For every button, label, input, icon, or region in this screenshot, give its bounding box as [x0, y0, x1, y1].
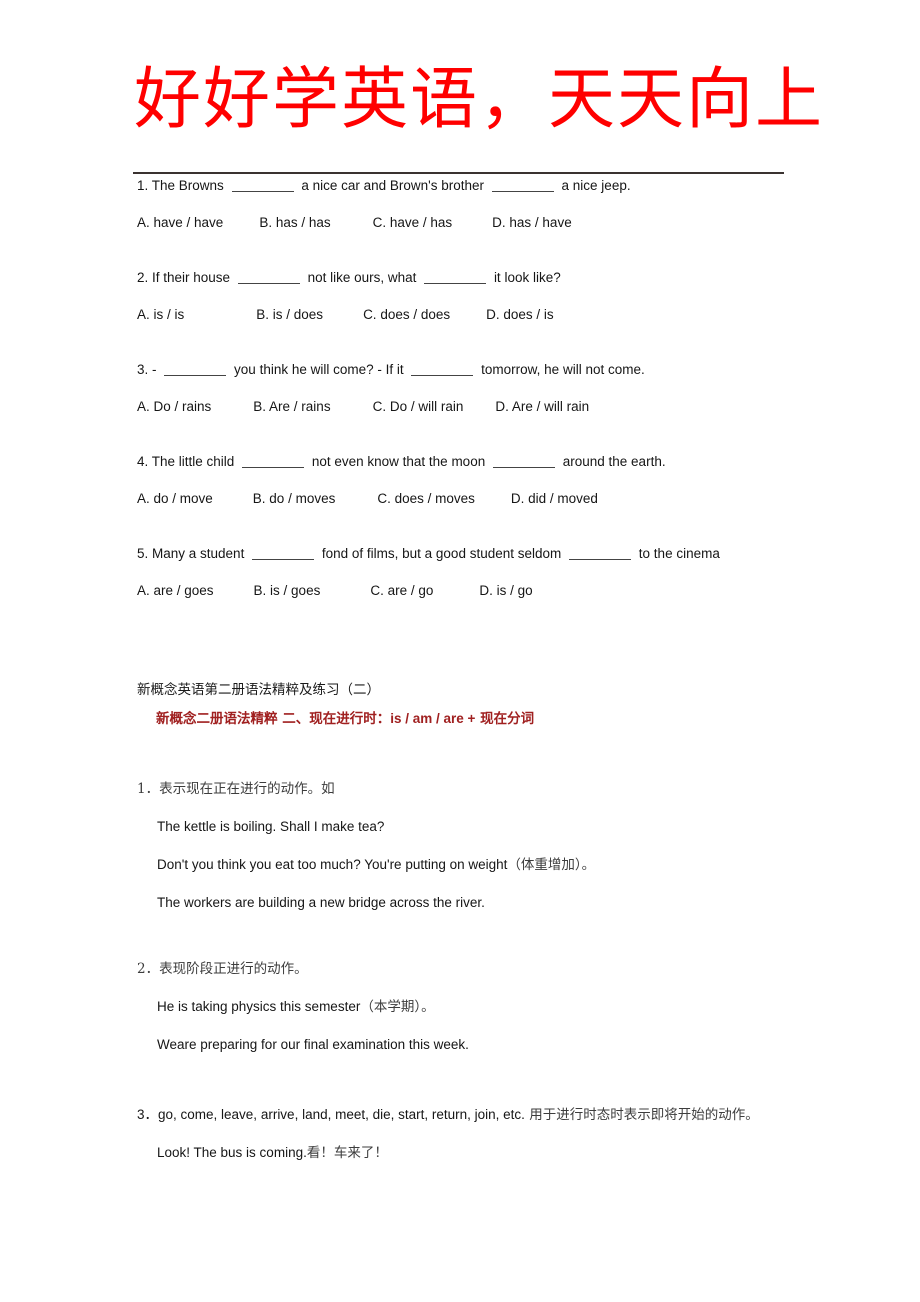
answer-blank	[411, 364, 474, 376]
option-a[interactable]: A. do / move	[137, 489, 213, 508]
stem-part: 4. The little child	[137, 454, 235, 469]
question-stem: 1. The Browns a nice car and Brown's bro…	[137, 176, 837, 195]
stem-part: around the earth.	[562, 454, 666, 469]
stem-part: to the cinema	[638, 546, 720, 561]
note-explanation-cn: 用于进行时态时表示即将开始的动作。	[524, 1107, 759, 1123]
option-a[interactable]: A. Do / rains	[137, 397, 211, 416]
stem-part: a nice car and Brown's brother	[301, 178, 484, 193]
option-b[interactable]: B. do / moves	[253, 489, 336, 508]
section-heading-prefix: 新概念二册语法精粹 二、现在进行时：	[156, 711, 391, 727]
stem-part: not like ours, what	[307, 270, 417, 285]
quiz-section: 1. The Browns a nice car and Brown's bro…	[137, 176, 837, 636]
answer-blank	[164, 364, 227, 376]
page-title: 好好学英语，天天向上	[134, 60, 824, 138]
example-en: Don't you think you eat too much? You're…	[157, 857, 508, 872]
stem-part: it look like?	[493, 270, 561, 285]
option-a[interactable]: A. are / goes	[137, 581, 214, 600]
option-d[interactable]: D. Are / will rain	[495, 397, 589, 416]
option-d[interactable]: D. is / go	[479, 581, 532, 600]
section-heading-formula: is / am / are +	[390, 711, 476, 726]
answer-blank	[569, 548, 632, 560]
option-c[interactable]: C. Do / will rain	[373, 397, 464, 416]
note-verb-list: 3．go, come, leave, arrive, land, meet, d…	[137, 1107, 525, 1122]
quiz-question: 5. Many a student fond of films, but a g…	[137, 544, 837, 600]
stem-part: 2. If their house	[137, 270, 231, 285]
quiz-question: 3. - you think he will come? - If it tom…	[137, 360, 837, 416]
option-c[interactable]: C. are / go	[370, 581, 433, 600]
option-b[interactable]: B. has / has	[259, 213, 330, 232]
answer-blank	[424, 272, 487, 284]
question-options: A. do / move B. do / moves C. does / moves…	[137, 489, 837, 508]
note-number-text: 2．表现阶段正进行的动作。	[137, 961, 308, 977]
option-c[interactable]: C. have / has	[373, 213, 453, 232]
answer-blank	[242, 456, 305, 468]
question-options: A. is / is B. is / does C. does / does D. d…	[137, 305, 837, 324]
stem-part: fond of films, but a good student seldom	[321, 546, 562, 561]
option-d[interactable]: D. has / have	[492, 213, 572, 232]
example-cn: （本学期）。	[360, 999, 435, 1015]
option-d[interactable]: D. did / moved	[511, 489, 598, 508]
stem-part: a nice jeep.	[561, 178, 631, 193]
option-c[interactable]: C. does / moves	[377, 489, 475, 508]
section-subtitle: 新概念英语第二册语法精粹及练习（二）	[137, 682, 380, 698]
option-b[interactable]: B. Are / rains	[253, 397, 330, 416]
answer-blank	[491, 180, 554, 192]
option-b[interactable]: B. is / does	[256, 305, 323, 324]
quiz-question: 1. The Browns a nice car and Brown's bro…	[137, 176, 837, 232]
note-group: 1．表示现在正在进行的动作。如 The kettle is boiling. S…	[137, 780, 595, 913]
option-c[interactable]: C. does / does	[363, 305, 450, 324]
example-sentence: Look! The bus is coming.看！车来了！	[157, 1143, 759, 1163]
question-stem: 4. The little child not even know that t…	[137, 452, 837, 471]
document-page: 好好学英语，天天向上 1. The Browns a nice car and …	[0, 0, 920, 1302]
question-stem: 5. Many a student fond of films, but a g…	[137, 544, 837, 563]
option-a[interactable]: A. is / is	[137, 305, 184, 324]
example-en: He is taking physics this semester	[157, 999, 361, 1014]
question-options: A. Do / rains B. Are / rains C. Do / will …	[137, 397, 837, 416]
note-group: 2．表现阶段正进行的动作。 He is taking physics this …	[137, 960, 469, 1055]
option-a[interactable]: A. have / have	[137, 213, 223, 232]
stem-part: you think he will come? - If it	[234, 362, 404, 377]
stem-part: tomorrow, he will not come.	[481, 362, 645, 377]
question-options: A. are / goes B. is / goes C. are / go D. i…	[137, 581, 837, 600]
quiz-question: 4. The little child not even know that t…	[137, 452, 837, 508]
question-stem: 2. If their house not like ours, what it…	[137, 268, 837, 287]
option-b[interactable]: B. is / goes	[254, 581, 321, 600]
example-sentence: Weare preparing for our final examinatio…	[157, 1035, 469, 1055]
answer-blank	[492, 456, 555, 468]
section-heading-suffix: 现在分词	[475, 711, 535, 727]
note-number-text: 1．表示现在正在进行的动作。如	[137, 781, 335, 797]
example-en: Look! The bus is coming.	[157, 1145, 307, 1160]
note-group: 3．go, come, leave, arrive, land, meet, d…	[137, 1105, 759, 1163]
stem-part: not even know that the moon	[311, 454, 486, 469]
answer-blank	[231, 180, 294, 192]
answer-blank	[237, 272, 300, 284]
question-options: A. have / have B. has / has C. have / has D…	[137, 213, 837, 232]
example-cn: （体重增加）。	[507, 857, 596, 873]
example-en: Weare preparing for our final examinatio…	[157, 1037, 469, 1052]
example-en: The workers are building a new bridge ac…	[157, 895, 485, 910]
stem-part: 5. Many a student	[137, 546, 245, 561]
example-sentence: Don't you think you eat too much? You're…	[157, 855, 595, 875]
quiz-question: 2. If their house not like ours, what it…	[137, 268, 837, 324]
note-number-text: 3．go, come, leave, arrive, land, meet, d…	[137, 1105, 759, 1125]
section-heading: 新概念二册语法精粹 二、现在进行时：is / am / are + 现在分词	[156, 709, 534, 729]
question-stem: 3. - you think he will come? - If it tom…	[137, 360, 837, 379]
stem-part: 3. -	[137, 362, 157, 377]
title-divider	[133, 172, 784, 174]
example-sentence: The workers are building a new bridge ac…	[157, 893, 595, 913]
answer-blank	[252, 548, 315, 560]
example-sentence: He is taking physics this semester（本学期）。	[157, 997, 469, 1017]
option-d[interactable]: D. does / is	[486, 305, 554, 324]
example-sentence: The kettle is boiling. Shall I make tea?	[157, 817, 595, 837]
example-en: The kettle is boiling. Shall I make tea?	[157, 819, 385, 834]
stem-part: 1. The Browns	[137, 178, 224, 193]
example-cn: 看！车来了！	[306, 1145, 388, 1161]
